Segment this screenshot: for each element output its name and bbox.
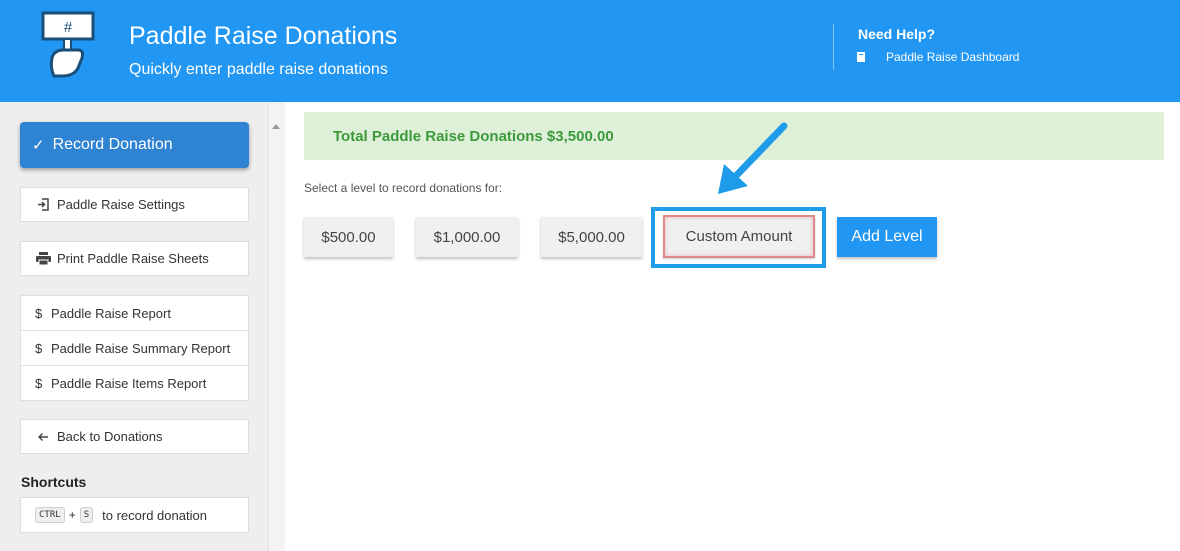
sidebar-scrollbar[interactable] <box>268 102 285 551</box>
reports-group: $ Paddle Raise Report $ Paddle Raise Sum… <box>20 295 249 401</box>
ctrl-key: CTRL <box>35 507 65 523</box>
dashboard-help-link[interactable]: Paddle Raise Dashboard <box>857 50 1019 64</box>
check-icon: ✓ <box>32 137 45 154</box>
sidebar-item-label: Paddle Raise Settings <box>57 197 185 212</box>
sidebar-item-print[interactable]: Print Paddle Raise Sheets <box>20 241 249 276</box>
shortcut-hint: CTRL + S to record donation <box>20 497 249 533</box>
annotation-arrow-icon <box>718 122 788 194</box>
dollar-icon: $ <box>35 376 43 391</box>
dollar-icon: $ <box>35 340 43 356</box>
app-header: # Paddle Raise Donations Quickly enter p… <box>0 0 1180 102</box>
help-title: Need Help? <box>858 26 936 42</box>
level-500-button[interactable]: $500.00 <box>304 217 393 257</box>
sidebar-item-label: Back to Donations <box>57 429 163 444</box>
sidebar-item-items-report[interactable]: $ Paddle Raise Items Report <box>21 366 248 401</box>
level-5000-button[interactable]: $5,000.00 <box>541 217 642 257</box>
paddle-logo-icon: # <box>41 11 95 78</box>
custom-amount-button[interactable]: Custom Amount <box>663 215 815 258</box>
dashboard-link-label: Paddle Raise Dashboard <box>886 50 1020 64</box>
sidebar-item-settings[interactable]: Paddle Raise Settings <box>20 187 249 222</box>
header-divider <box>833 24 834 70</box>
app-subtitle: Quickly enter paddle raise donations <box>129 61 388 78</box>
level-1000-button[interactable]: $1,000.00 <box>416 217 518 257</box>
record-donation-label: Record Donation <box>52 136 173 153</box>
logo-hash-text: # <box>64 19 73 36</box>
sign-in-icon <box>35 198 51 211</box>
sidebar-item-label: Paddle Raise Summary Report <box>51 340 231 356</box>
sidebar-item-paddle-raise-report[interactable]: $ Paddle Raise Report <box>21 296 248 331</box>
sidebar-item-label: Print Paddle Raise Sheets <box>57 251 209 266</box>
dollar-icon: $ <box>35 305 43 321</box>
s-key: S <box>79 507 94 523</box>
sidebar-item-label: Paddle Raise Items Report <box>51 376 207 391</box>
arrow-left-icon <box>35 432 51 442</box>
plus-sign: + <box>68 508 76 522</box>
level-prompt: Select a level to record donations for: <box>304 181 503 195</box>
sidebar-item-back[interactable]: Back to Donations <box>20 419 249 454</box>
book-icon <box>857 52 865 62</box>
sidebar-item-label: Paddle Raise Report <box>51 305 171 321</box>
scroll-up-icon[interactable] <box>272 124 280 129</box>
sidebar-item-summary-report[interactable]: $ Paddle Raise Summary Report <box>21 331 248 366</box>
shortcut-description: to record donation <box>102 507 207 523</box>
app-title: Paddle Raise Donations <box>129 22 398 50</box>
shortcuts-title: Shortcuts <box>21 474 87 490</box>
record-donation-button[interactable]: ✓ Record Donation <box>20 122 249 168</box>
add-level-button[interactable]: Add Level <box>837 217 937 257</box>
print-icon <box>35 252 51 265</box>
